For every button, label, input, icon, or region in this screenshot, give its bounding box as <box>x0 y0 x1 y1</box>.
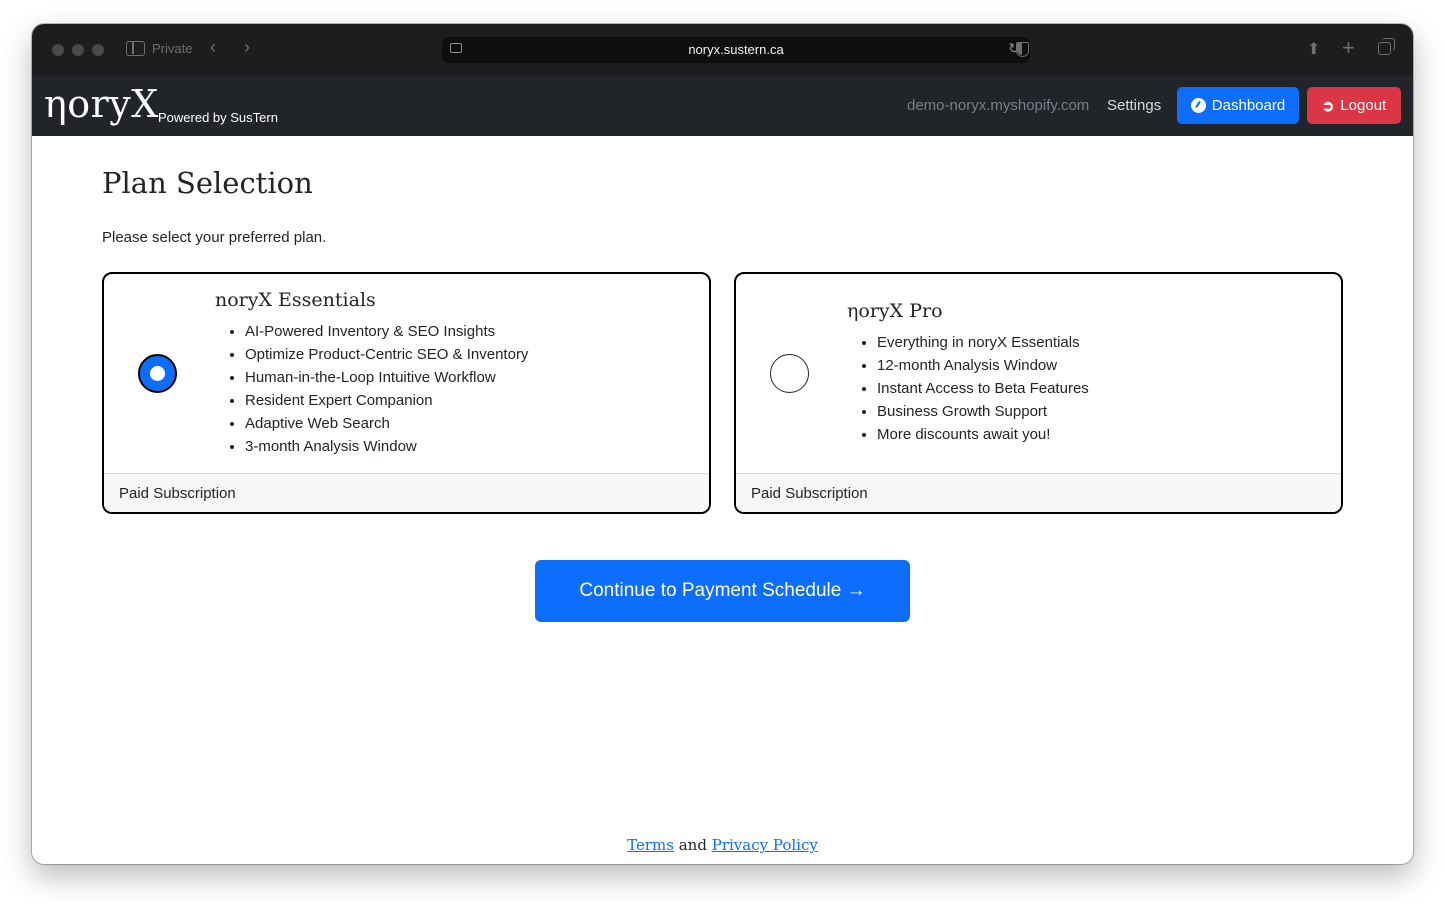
settings-link[interactable]: Settings <box>1107 97 1161 114</box>
list-item: 12-month Analysis Window <box>877 354 1089 377</box>
plan-features: Everything in noryX Essentials 12-month … <box>877 331 1089 446</box>
plan-footer: Paid Subscription <box>104 473 709 512</box>
logout-button-label: Logout <box>1340 97 1387 114</box>
url-text[interactable]: noryx.sustern.ca <box>442 42 1030 57</box>
forward-icon[interactable]: › <box>244 37 250 58</box>
logout-icon: ➲ <box>1321 97 1335 115</box>
shop-domain: demo-noryx.myshopify.com <box>907 97 1090 114</box>
plan-name: noryX Essentials <box>215 289 376 311</box>
plan-card-essentials[interactable]: noryX Essentials AI-Powered Inventory & … <box>102 272 711 514</box>
close-window-button[interactable] <box>52 44 64 56</box>
app-navbar: ηoryX Powered by SusTern demo-noryx.mysh… <box>32 76 1413 136</box>
list-item: Instant Access to Beta Features <box>877 377 1089 400</box>
private-label: Private <box>152 41 193 56</box>
plan-name: ηoryX Pro <box>847 300 943 322</box>
tab-overview-icon[interactable] <box>1378 38 1395 55</box>
privacy-policy-link[interactable]: Privacy Policy <box>712 836 818 854</box>
page-title: Plan Selection <box>102 166 313 200</box>
main-content: Plan Selection Please select your prefer… <box>32 136 1413 864</box>
minimize-window-button[interactable] <box>72 44 84 56</box>
dashboard-gauge-icon <box>1190 98 1206 113</box>
footer-links: Terms and Privacy Policy <box>32 836 1413 854</box>
list-item: More discounts await you! <box>877 423 1089 446</box>
privacy-shield-icon[interactable] <box>1016 42 1029 57</box>
list-item: 3-month Analysis Window <box>245 435 528 458</box>
list-item: Optimize Product-Centric SEO & Inventory <box>245 343 528 366</box>
plan-radio-pro[interactable] <box>770 354 809 393</box>
sidebar-icon[interactable] <box>126 41 145 56</box>
browser-window: Private ‹ › noryx.sustern.ca ↻ ⬆ + ηoryX… <box>32 24 1413 864</box>
zoom-window-button[interactable] <box>92 44 104 56</box>
list-item: Resident Expert Companion <box>245 389 528 412</box>
list-item: AI-Powered Inventory & SEO Insights <box>245 320 528 343</box>
share-icon[interactable]: ⬆ <box>1307 39 1320 59</box>
plan-radio-essentials[interactable] <box>138 354 177 393</box>
brand-logo[interactable]: ηoryX <box>44 82 159 126</box>
footer-and-text: and <box>678 836 707 854</box>
page-subtitle: Please select your preferred plan. <box>102 229 327 246</box>
list-item: Adaptive Web Search <box>245 412 528 435</box>
address-bar[interactable]: noryx.sustern.ca ↻ <box>442 37 1030 63</box>
plan-features: AI-Powered Inventory & SEO Insights Opti… <box>245 320 528 458</box>
plan-card-pro[interactable]: ηoryX Pro Everything in noryX Essentials… <box>734 272 1343 514</box>
dashboard-button-label: Dashboard <box>1211 97 1286 114</box>
list-item: Everything in noryX Essentials <box>877 331 1089 354</box>
dashboard-button[interactable]: Dashboard <box>1177 87 1299 124</box>
new-tab-icon[interactable]: + <box>1342 35 1355 61</box>
list-item: Human-in-the-Loop Intuitive Workflow <box>245 366 528 389</box>
brand-tagline: Powered by SusTern <box>158 110 278 125</box>
logout-button[interactable]: ➲ Logout <box>1307 87 1401 124</box>
window-controls <box>52 44 104 56</box>
back-icon[interactable]: ‹ <box>210 37 216 58</box>
plan-footer: Paid Subscription <box>736 473 1341 512</box>
continue-to-payment-button[interactable]: Continue to Payment Schedule → <box>535 560 910 622</box>
browser-toolbar: Private ‹ › noryx.sustern.ca ↻ ⬆ + <box>32 24 1413 76</box>
list-item: Business Growth Support <box>877 400 1089 423</box>
terms-link[interactable]: Terms <box>627 836 674 854</box>
